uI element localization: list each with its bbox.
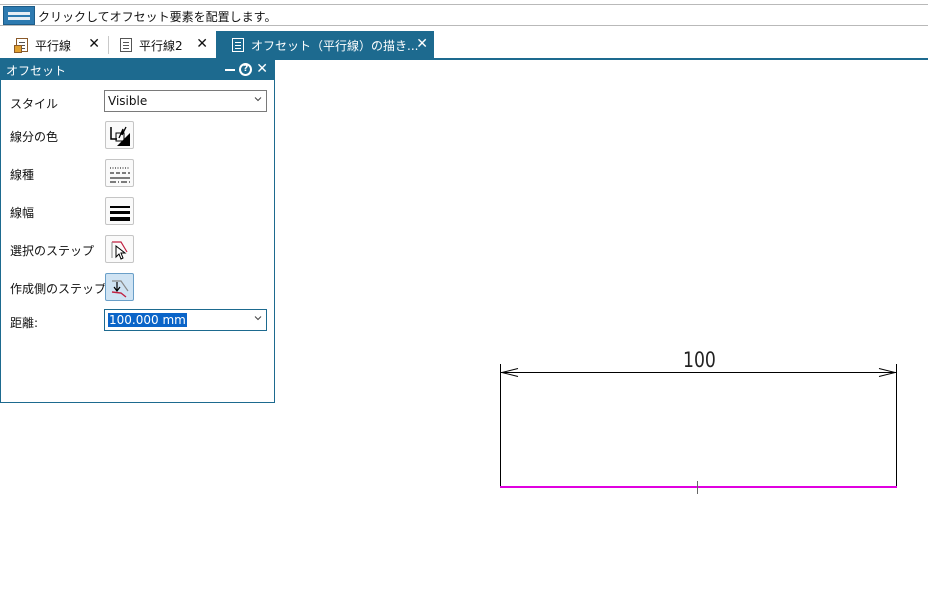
chevron-down-icon: [254, 316, 262, 321]
style-value: Visible: [108, 94, 148, 108]
line-type-icon: [110, 167, 130, 183]
help-icon[interactable]: ?: [239, 62, 253, 76]
chevron-down-icon: [254, 97, 262, 102]
command-icon[interactable]: [3, 6, 35, 25]
line-color-icon: [110, 126, 130, 146]
style-label: スタイル: [10, 97, 59, 111]
distance-value: 100.000 mm: [108, 313, 187, 327]
tab-label: オフセット（平行線）の描き...: [251, 38, 419, 53]
drawing-canvas[interactable]: [276, 62, 928, 600]
distance-input[interactable]: 100.000 mm: [104, 309, 267, 331]
offset-panel: オフセット ? ✕ スタイル Visible 線分の色 線種 線幅 選択のステッ…: [0, 60, 275, 403]
close-icon[interactable]: ✕: [196, 36, 208, 52]
line-type-button[interactable]: [105, 159, 134, 187]
tab-parallel-line[interactable]: 平行線 ✕: [14, 31, 106, 59]
document-icon: [118, 37, 134, 53]
tab-label: 平行線: [35, 38, 72, 53]
prompt-text: クリックしてオフセット要素を配置します。: [38, 10, 277, 24]
close-icon[interactable]: ✕: [416, 36, 428, 52]
line-width-label: 線幅: [10, 206, 35, 220]
line-width-button[interactable]: [105, 197, 134, 225]
line-color-label: 線分の色: [10, 130, 59, 144]
document-icon: [14, 37, 30, 53]
app-window: クリックしてオフセット要素を配置します。 平行線 ✕ 平行線2 ✕ オフセット（…: [0, 0, 928, 600]
tab-offset-parallel-line[interactable]: オフセット（平行線）の描き... ✕: [216, 31, 434, 59]
document-icon: [230, 37, 246, 53]
tab-parallel-line-2[interactable]: 平行線2 ✕: [118, 31, 214, 59]
panel-header: オフセット ? ✕: [1, 61, 274, 80]
style-select[interactable]: Visible: [104, 90, 267, 112]
panel-title: オフセット: [6, 64, 67, 78]
select-step-icon: [111, 241, 128, 260]
line-type-label: 線種: [10, 168, 35, 182]
select-step-button[interactable]: [105, 235, 134, 263]
tab-divider: [108, 36, 109, 54]
document-tab-strip: 平行線 ✕ 平行線2 ✕ オフセット（平行線）の描き... ✕: [0, 30, 928, 60]
line-color-button[interactable]: [105, 121, 134, 149]
side-step-label: 作成側のステップ: [10, 282, 107, 296]
minimize-icon[interactable]: [225, 69, 236, 71]
prompt-bar: クリックしてオフセット要素を配置します。: [0, 4, 928, 26]
dimension-text: 100: [683, 348, 716, 372]
close-icon[interactable]: ✕: [88, 36, 100, 52]
side-step-button[interactable]: [105, 273, 134, 301]
side-step-icon: [111, 280, 129, 298]
distance-label: 距離:: [10, 316, 39, 330]
tab-label: 平行線2: [139, 38, 183, 53]
close-icon[interactable]: ✕: [256, 62, 268, 76]
select-step-label: 選択のステップ: [10, 244, 95, 258]
line-width-icon: [110, 206, 130, 221]
